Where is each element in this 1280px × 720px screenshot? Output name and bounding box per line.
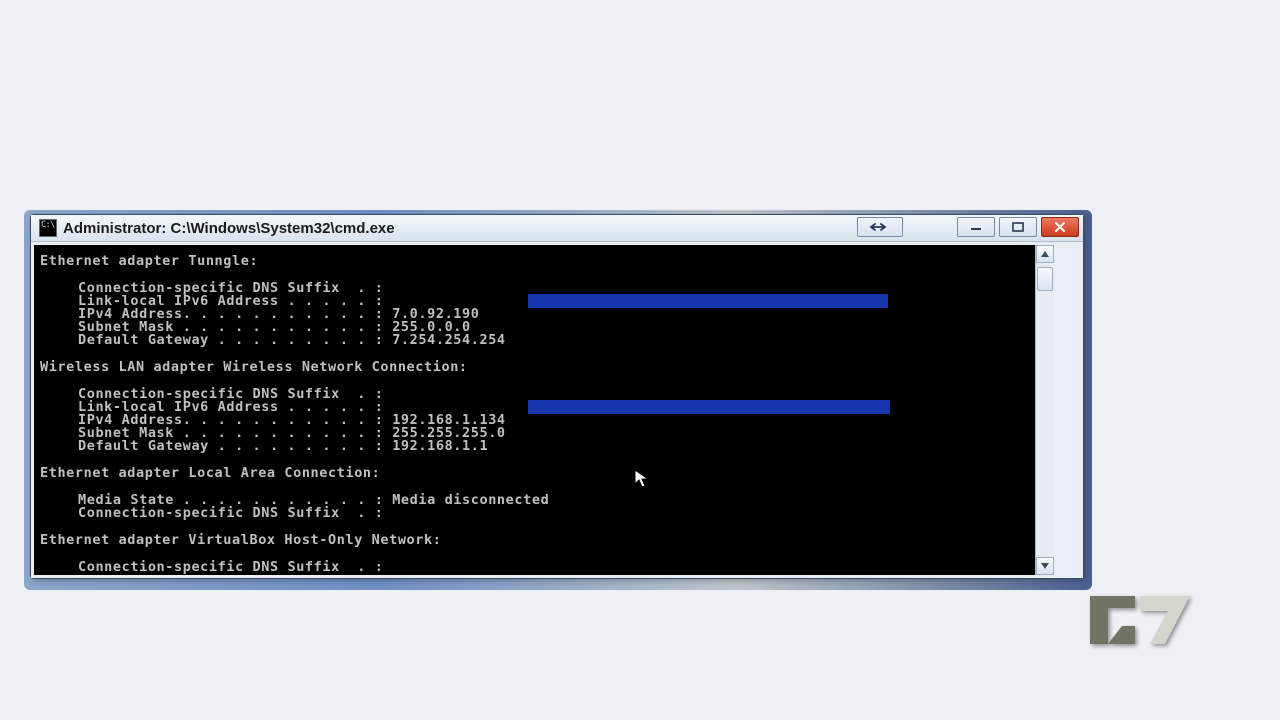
mouse-cursor-icon xyxy=(634,469,650,489)
redacted-selection xyxy=(528,294,888,308)
adapter-header: Ethernet adapter Tunngle: xyxy=(40,255,258,269)
maximize-button[interactable] xyxy=(999,217,1037,237)
scroll-up-button[interactable] xyxy=(1036,245,1054,263)
restore-move-button[interactable] xyxy=(857,217,903,237)
scroll-thumb[interactable] xyxy=(1037,267,1053,291)
watermark-logo xyxy=(1080,586,1200,656)
output-row: Default Gateway . . . . . . . . . : 7.25… xyxy=(78,334,506,348)
output-row: Connection-specific DNS Suffix . : xyxy=(78,561,392,575)
client-area: Ethernet adapter Tunngle: Connection-spe… xyxy=(31,242,1083,578)
redacted-selection xyxy=(528,400,890,414)
cmd-icon xyxy=(39,219,57,237)
terminal-output[interactable]: Ethernet adapter Tunngle: Connection-spe… xyxy=(34,245,1054,575)
window-title: Administrator: C:\Windows\System32\cmd.e… xyxy=(63,220,395,237)
adapter-header: Ethernet adapter Local Area Connection: xyxy=(40,467,380,481)
scroll-down-button[interactable] xyxy=(1036,557,1054,575)
close-button[interactable] xyxy=(1041,217,1079,237)
window-controls xyxy=(957,217,1079,237)
output-row: Default Gateway . . . . . . . . . : 192.… xyxy=(78,440,488,454)
cmd-window: Administrator: C:\Windows\System32\cmd.e… xyxy=(30,214,1084,579)
title-bar[interactable]: Administrator: C:\Windows\System32\cmd.e… xyxy=(31,215,1083,242)
adapter-header: Wireless LAN adapter Wireless Network Co… xyxy=(40,361,468,375)
output-row: Connection-specific DNS Suffix . : xyxy=(78,507,392,521)
vertical-scrollbar[interactable] xyxy=(1035,245,1054,575)
minimize-button[interactable] xyxy=(957,217,995,237)
adapter-header: Ethernet adapter VirtualBox Host-Only Ne… xyxy=(40,534,441,548)
